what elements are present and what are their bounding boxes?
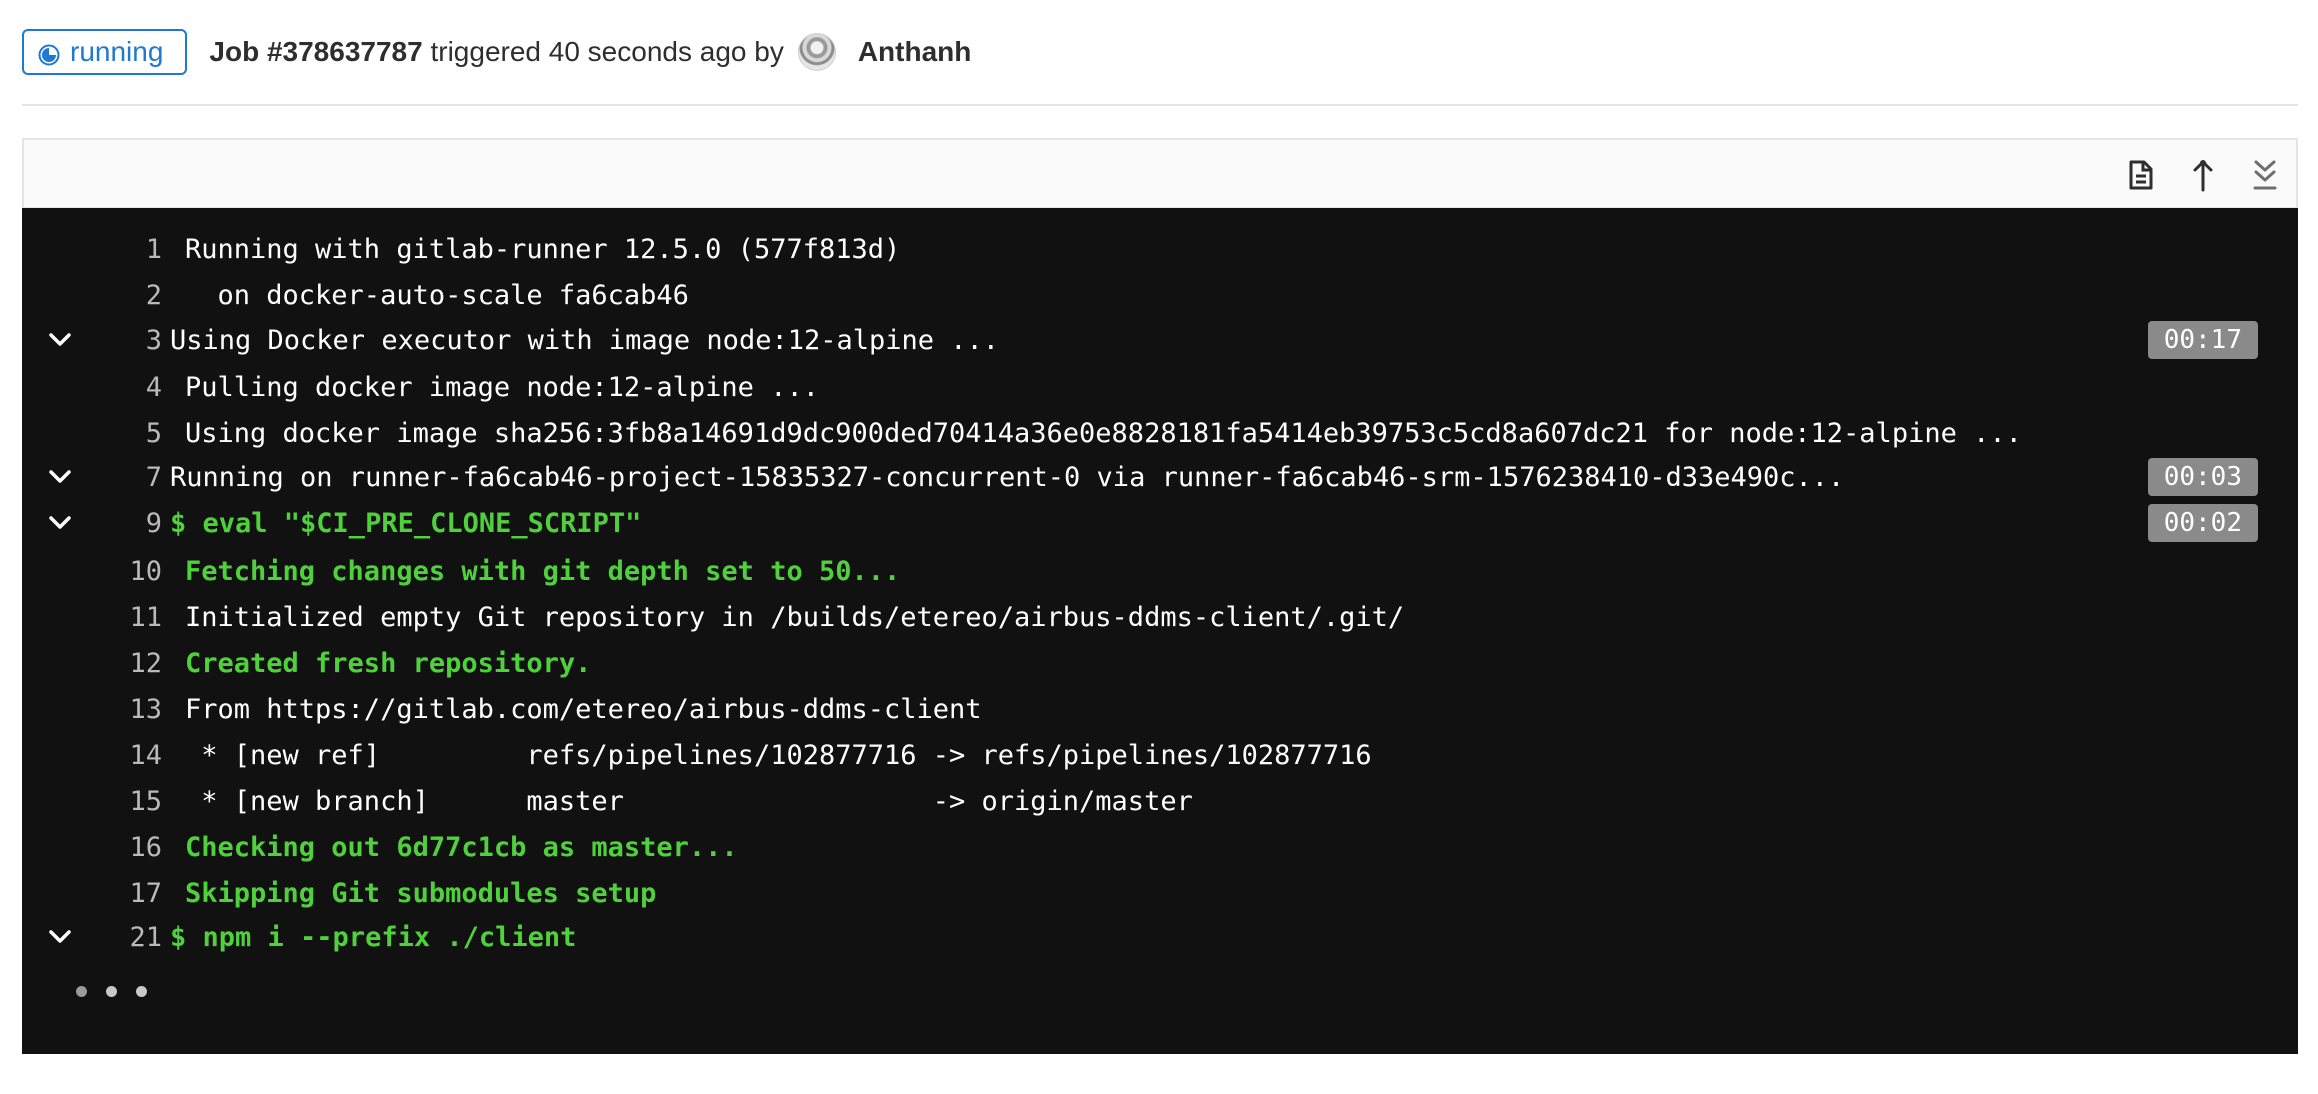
log-line-text: Skipping Git submodules setup — [185, 877, 657, 909]
job-header: running Job #378637787 triggered 40 seco… — [22, 27, 971, 77]
section-duration-badge: 00:03 — [2147, 458, 2258, 496]
log-section-header[interactable]: 7 Running on runner-fa6cab46-project-158… — [22, 454, 2298, 500]
log-line: 4 Pulling docker image node:12-alpine ..… — [22, 364, 2298, 410]
chevron-down-icon[interactable] — [46, 509, 74, 537]
running-status-icon — [38, 41, 60, 66]
loading-dot — [106, 986, 117, 997]
section-duration-badge: 00:02 — [2147, 504, 2258, 542]
log-line: 17 Skipping Git submodules setup — [22, 870, 2298, 916]
scroll-to-top-icon[interactable] — [2186, 158, 2220, 192]
chevron-down-icon[interactable] — [46, 923, 74, 951]
scroll-to-bottom-icon[interactable] — [2248, 158, 2282, 192]
log-section-header[interactable]: 9 $ eval "$CI_PRE_CLONE_SCRIPT" 00:02 — [22, 500, 2298, 546]
log-line-text: Using docker image sha256:3fb8a14691d9dc… — [185, 417, 2022, 449]
line-number[interactable]: 21 — [82, 922, 162, 953]
log-line: 13 From https://gitlab.com/etereo/airbus… — [22, 686, 2298, 732]
line-number[interactable]: 1 — [82, 234, 162, 265]
chevron-down-icon[interactable] — [46, 326, 74, 354]
line-number[interactable]: 13 — [82, 694, 162, 725]
log-section-header[interactable]: 3 Using Docker executor with image node:… — [22, 317, 2298, 363]
log-line: 1 Running with gitlab-runner 12.5.0 (577… — [22, 226, 2298, 272]
section-duration-badge: 00:17 — [2147, 321, 2258, 359]
log-line-text: Created fresh repository. — [185, 647, 592, 679]
log-line: 11 Initialized empty Git repository in /… — [22, 594, 2298, 640]
raw-log-icon[interactable] — [2124, 158, 2158, 192]
line-number[interactable]: 7 — [82, 462, 162, 493]
log-line: 2 on docker-auto-scale fa6cab46 — [22, 272, 2298, 318]
line-number[interactable]: 16 — [82, 832, 162, 863]
log-section-header[interactable]: 21 $ npm i --prefix ./client — [22, 914, 2298, 960]
log-line-text: Running on runner-fa6cab46-project-15835… — [170, 461, 1845, 493]
line-number[interactable]: 5 — [82, 418, 162, 449]
log-line: 5 Using docker image sha256:3fb8a14691d9… — [22, 410, 2298, 456]
loading-dot — [136, 986, 147, 997]
log-line-text: Checking out 6d77c1cb as master... — [185, 831, 738, 863]
line-number[interactable]: 12 — [82, 648, 162, 679]
log-line-text: Running with gitlab-runner 12.5.0 (577f8… — [185, 233, 901, 265]
header-divider — [22, 104, 2298, 106]
log-line-text: on docker-auto-scale fa6cab46 — [185, 279, 689, 311]
log-line-text: * [new ref] refs/pipelines/102877716 -> … — [185, 739, 1372, 771]
log-line-text: Initialized empty Git repository in /bui… — [185, 601, 1405, 633]
author-link[interactable]: Anthanh — [858, 36, 972, 68]
log-loading-indicator — [76, 986, 166, 997]
line-number[interactable]: 15 — [82, 786, 162, 817]
line-number[interactable]: 9 — [82, 508, 162, 539]
log-line-text: * [new branch] master -> origin/master — [185, 785, 1193, 817]
log-line: 16 Checking out 6d77c1cb as master... — [22, 824, 2298, 870]
log-toolbar — [22, 138, 2298, 209]
log-line-text: Fetching changes with git depth set to 5… — [185, 555, 901, 587]
job-id: Job #378637787 — [209, 36, 423, 67]
log-line: 14 * [new ref] refs/pipelines/102877716 … — [22, 732, 2298, 778]
line-number[interactable]: 3 — [82, 325, 162, 356]
job-title: Job #378637787 triggered 40 seconds ago … — [209, 36, 783, 68]
log-line-text: $ eval "$CI_PRE_CLONE_SCRIPT" — [170, 507, 642, 539]
log-line: 10 Fetching changes with git depth set t… — [22, 548, 2298, 594]
status-badge[interactable]: running — [22, 29, 188, 75]
loading-dot — [76, 986, 87, 997]
log-line-text: From https://gitlab.com/etereo/airbus-dd… — [185, 693, 982, 725]
line-number[interactable]: 17 — [82, 878, 162, 909]
chevron-down-icon[interactable] — [46, 463, 74, 491]
line-number[interactable]: 11 — [82, 602, 162, 633]
log-line-text: Using Docker executor with image node:12… — [170, 324, 1000, 356]
line-number[interactable]: 4 — [82, 372, 162, 403]
triggered-text: triggered 40 seconds ago by — [430, 36, 784, 67]
log-line-text: Pulling docker image node:12-alpine ... — [185, 371, 819, 403]
job-log: 1 Running with gitlab-runner 12.5.0 (577… — [22, 208, 2298, 1054]
log-line: 12 Created fresh repository. — [22, 640, 2298, 686]
line-number[interactable]: 14 — [82, 740, 162, 771]
log-line-text: $ npm i --prefix ./client — [170, 921, 577, 953]
log-line: 15 * [new branch] master -> origin/maste… — [22, 778, 2298, 824]
avatar[interactable] — [797, 33, 836, 71]
line-number[interactable]: 10 — [82, 556, 162, 587]
line-number[interactable]: 2 — [82, 280, 162, 311]
status-label: running — [70, 36, 164, 67]
